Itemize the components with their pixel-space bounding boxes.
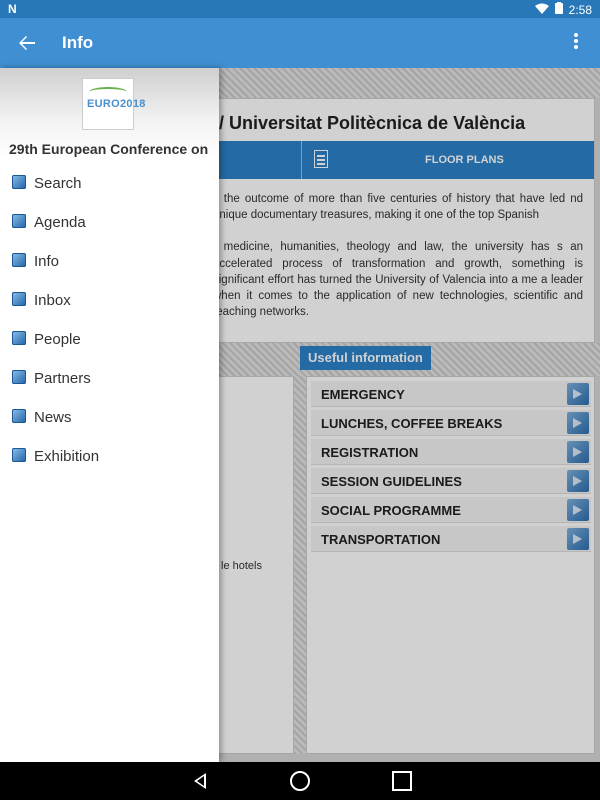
nav-back-icon[interactable] <box>190 771 210 791</box>
drawer-item-news[interactable]: News <box>0 402 219 441</box>
agenda-icon <box>12 214 26 228</box>
inbox-icon <box>12 292 26 306</box>
page-title: Info <box>62 33 94 52</box>
search-icon <box>12 175 26 189</box>
system-nav-bar <box>0 762 600 800</box>
navigation-drawer: EURO2018 29th European Conference on Sea… <box>0 68 219 762</box>
more-vert-icon[interactable] <box>566 30 586 56</box>
drawer-item-info[interactable]: Info <box>0 246 219 285</box>
exhibition-icon <box>12 448 26 462</box>
logo-text: EURO2018 <box>87 98 146 110</box>
people-icon <box>12 331 26 345</box>
system-icons: 2:58 <box>534 2 592 17</box>
drawer-item-label: News <box>34 409 72 426</box>
drawer-item-label: People <box>34 331 81 348</box>
drawer-item-label: Search <box>34 175 82 192</box>
drawer-menu: Search Agenda Info Inbox People Partners… <box>0 168 219 480</box>
drawer-item-agenda[interactable]: Agenda <box>0 207 219 246</box>
drawer-item-partners[interactable]: Partners <box>0 363 219 402</box>
status-bar: N 2:58 <box>0 0 600 18</box>
drawer-item-people[interactable]: People <box>0 324 219 363</box>
battery-icon <box>554 2 563 17</box>
drawer-header: EURO2018 29th European Conference on <box>0 68 219 160</box>
drawer-item-label: Inbox <box>34 292 71 309</box>
notification-icon: N <box>8 2 17 16</box>
drawer-item-exhibition[interactable]: Exhibition <box>0 441 219 480</box>
drawer-item-search[interactable]: Search <box>0 168 219 207</box>
conference-name: 29th European Conference on <box>9 141 209 157</box>
nav-home-icon[interactable] <box>290 771 310 791</box>
wifi-icon <box>534 3 549 17</box>
drawer-item-label: Exhibition <box>34 448 100 465</box>
news-icon <box>12 409 26 423</box>
conference-logo: EURO2018 <box>82 78 145 130</box>
drawer-item-label: Agenda <box>34 214 86 231</box>
nav-recents-icon[interactable] <box>392 771 412 791</box>
app-bar: Info <box>0 18 600 68</box>
drawer-item-inbox[interactable]: Inbox <box>0 285 219 324</box>
logo-graphic <box>89 87 127 97</box>
partners-icon <box>12 370 26 384</box>
drawer-item-label: Info <box>34 253 60 270</box>
drawer-item-label: Partners <box>34 370 91 387</box>
arrow-left-icon[interactable] <box>14 30 40 56</box>
clock: 2:58 <box>568 2 592 17</box>
info-icon <box>12 253 26 267</box>
